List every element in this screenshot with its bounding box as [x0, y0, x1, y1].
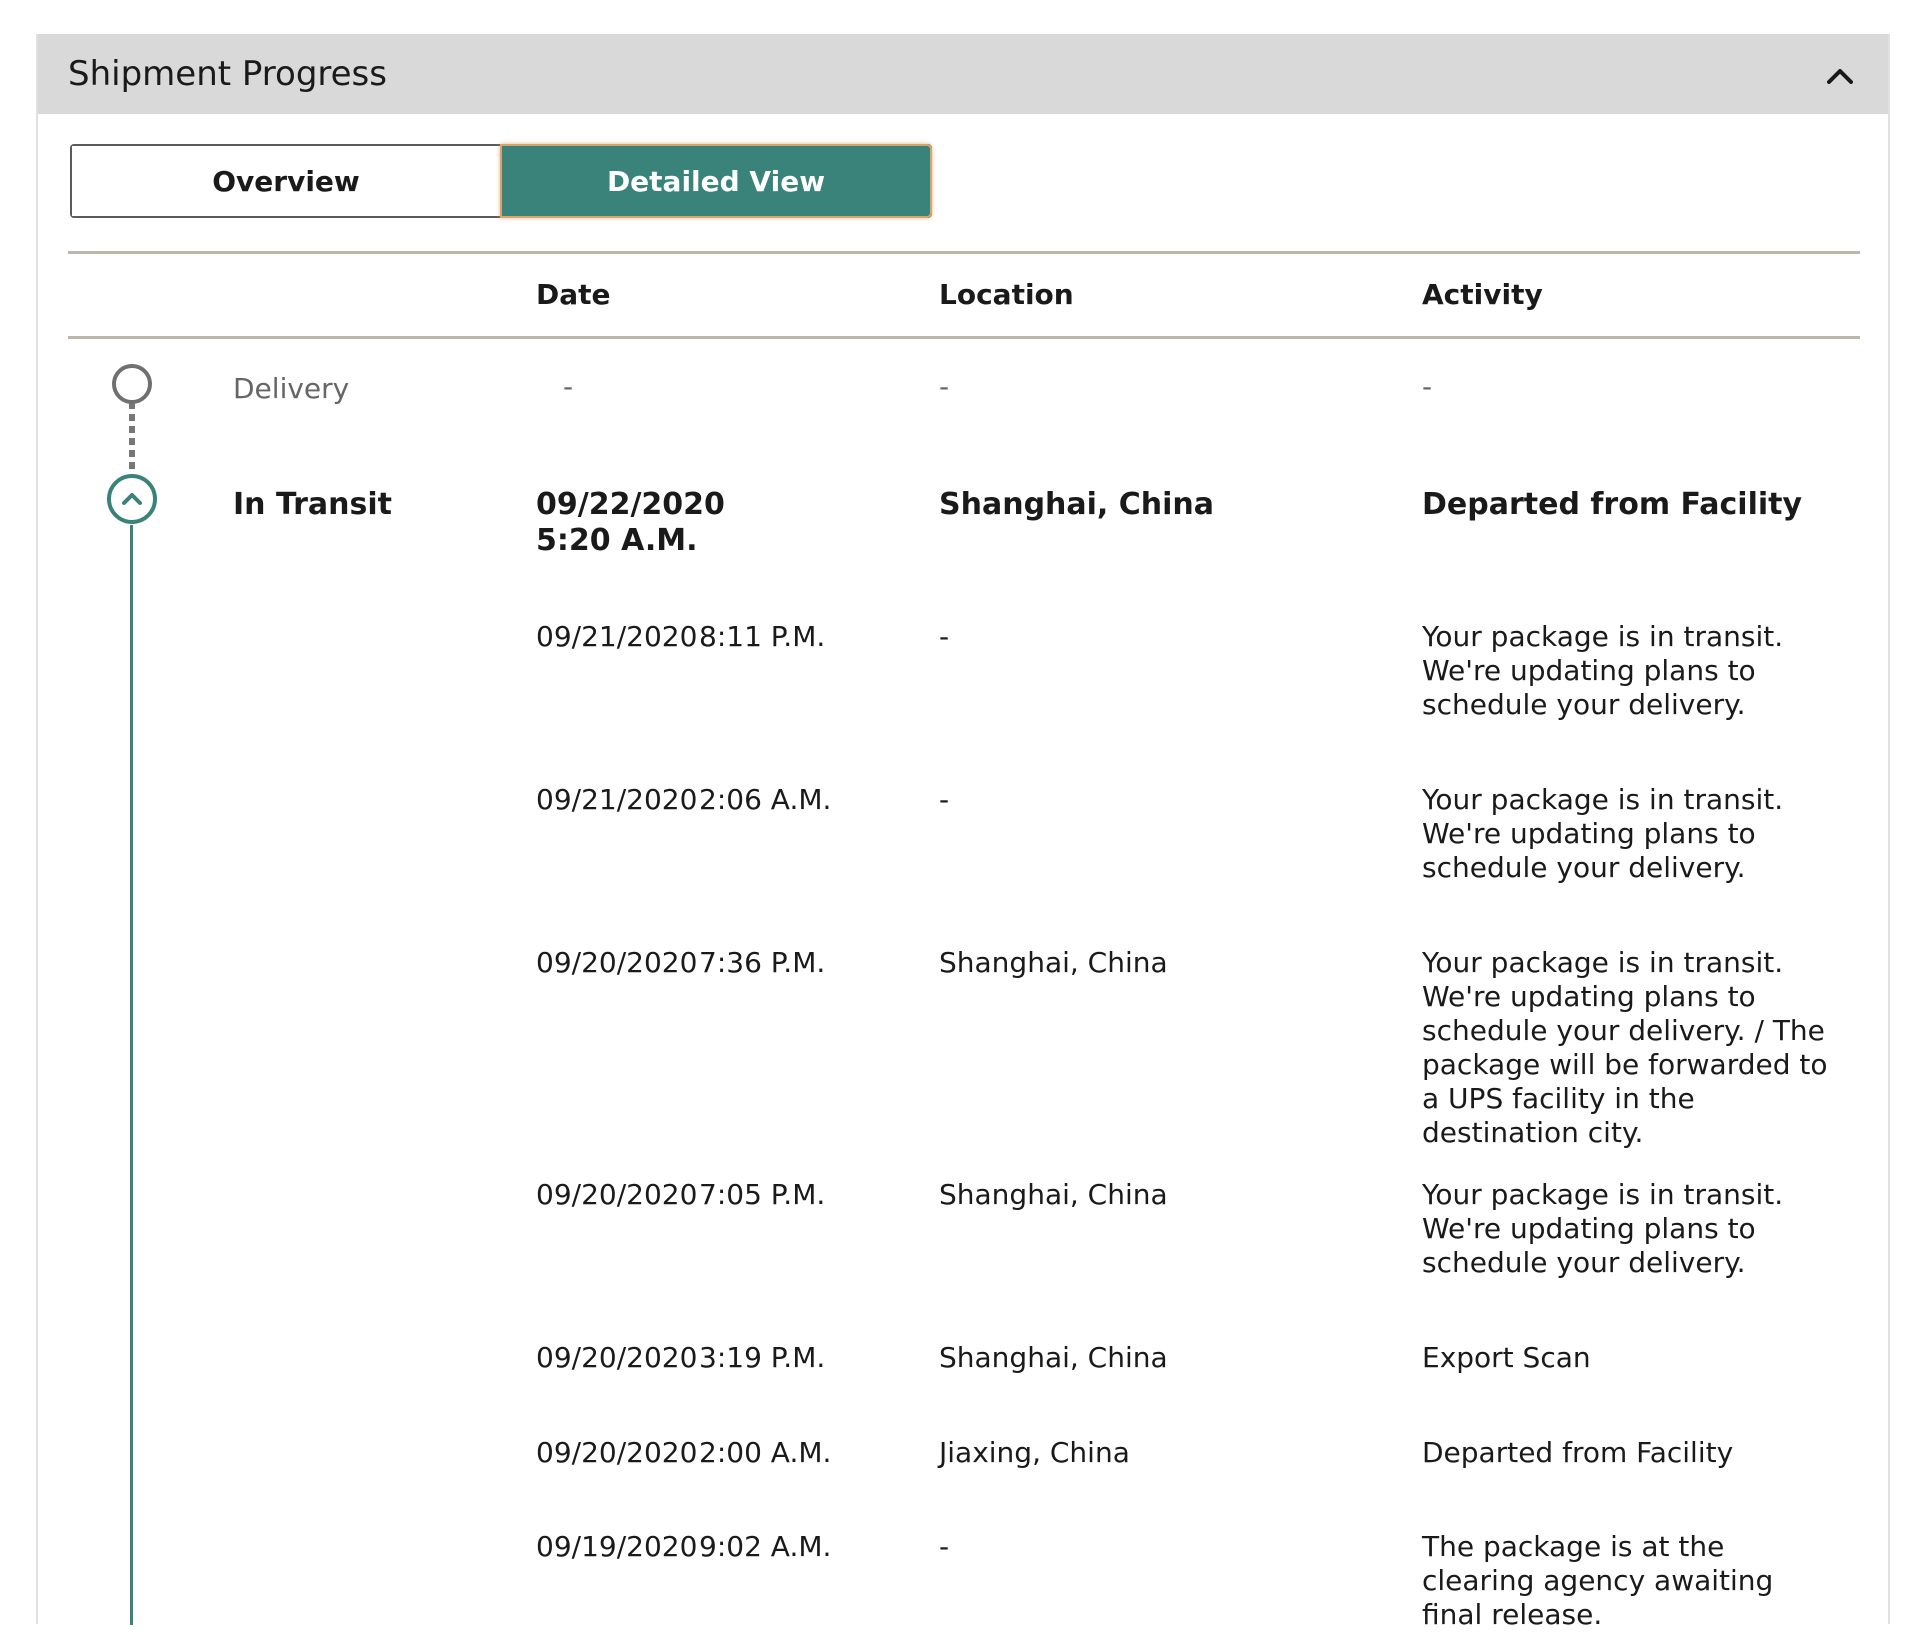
- event-time: 8:11 P.M.: [699, 620, 826, 653]
- in-transit-time: 5:20 A.M.: [536, 523, 698, 558]
- event-date: 09/21/2020: [536, 620, 698, 653]
- event-time: 7:36 P.M.: [699, 946, 826, 979]
- milestone-label-delivery: Delivery: [233, 372, 350, 405]
- event-time: 3:19 P.M.: [699, 1341, 826, 1374]
- event-activity: Your package is in transit. We're updati…: [1422, 1178, 1784, 1279]
- event-activity: Departed from Facility: [1422, 1436, 1734, 1469]
- event-location: -: [939, 1530, 950, 1563]
- table-header-rule: [68, 336, 1860, 339]
- event-date: 09/20/2020: [536, 1178, 698, 1211]
- event-date: 09/21/2020: [536, 783, 698, 816]
- event-activity: Your package is in transit. We're updati…: [1422, 783, 1784, 884]
- overview-button[interactable]: Overview: [72, 146, 500, 216]
- event-activity: Export Scan: [1422, 1341, 1591, 1374]
- delivery-date: -: [563, 370, 574, 403]
- timeline-line: [130, 525, 133, 1625]
- event-date: 09/20/2020: [536, 1436, 698, 1469]
- event-time: 9:02 A.M.: [699, 1530, 832, 1563]
- detailed-view-button[interactable]: Detailed View: [500, 144, 932, 218]
- event-activity: The package is at the clearing agency aw…: [1422, 1530, 1774, 1631]
- column-header-location: Location: [939, 278, 1074, 311]
- event-time: 2:06 A.M.: [699, 783, 832, 816]
- event-location: Shanghai, China: [939, 946, 1168, 979]
- event-location: Jiaxing, China: [939, 1436, 1130, 1469]
- event-location: Shanghai, China: [939, 1178, 1168, 1211]
- view-toggle: Overview Detailed View: [70, 144, 932, 218]
- milestone-label-in-transit: In Transit: [233, 487, 393, 522]
- event-activity: Your package is in transit. We're updati…: [1422, 620, 1784, 721]
- column-header-date: Date: [536, 278, 611, 311]
- timeline-dotted-connector: [129, 402, 135, 474]
- event-activity: Your package is in transit. We're updati…: [1422, 946, 1828, 1149]
- panel-header[interactable]: Shipment Progress: [38, 34, 1888, 114]
- chevron-up-icon: [122, 493, 142, 505]
- empty-circle-icon: [112, 364, 152, 404]
- in-transit-location: Shanghai, China: [939, 487, 1215, 522]
- event-time: 7:05 P.M.: [699, 1178, 826, 1211]
- event-location: Shanghai, China: [939, 1341, 1168, 1374]
- event-date: 09/19/2020: [536, 1530, 698, 1563]
- event-location: -: [939, 620, 950, 653]
- chevron-up-circle-icon[interactable]: [107, 474, 157, 524]
- column-header-activity: Activity: [1422, 278, 1543, 311]
- panel-title: Shipment Progress: [68, 54, 387, 94]
- event-time: 2:00 A.M.: [699, 1436, 832, 1469]
- delivery-location: -: [939, 370, 950, 403]
- event-location: -: [939, 783, 950, 816]
- in-transit-date: 09/22/2020: [536, 487, 725, 522]
- table-top-rule: [68, 251, 1860, 254]
- in-transit-activity: Departed from Facility: [1422, 487, 1803, 522]
- event-date: 09/20/2020: [536, 946, 698, 979]
- chevron-up-icon[interactable]: [1820, 56, 1860, 96]
- delivery-activity: -: [1422, 370, 1433, 403]
- event-date: 09/20/2020: [536, 1341, 698, 1374]
